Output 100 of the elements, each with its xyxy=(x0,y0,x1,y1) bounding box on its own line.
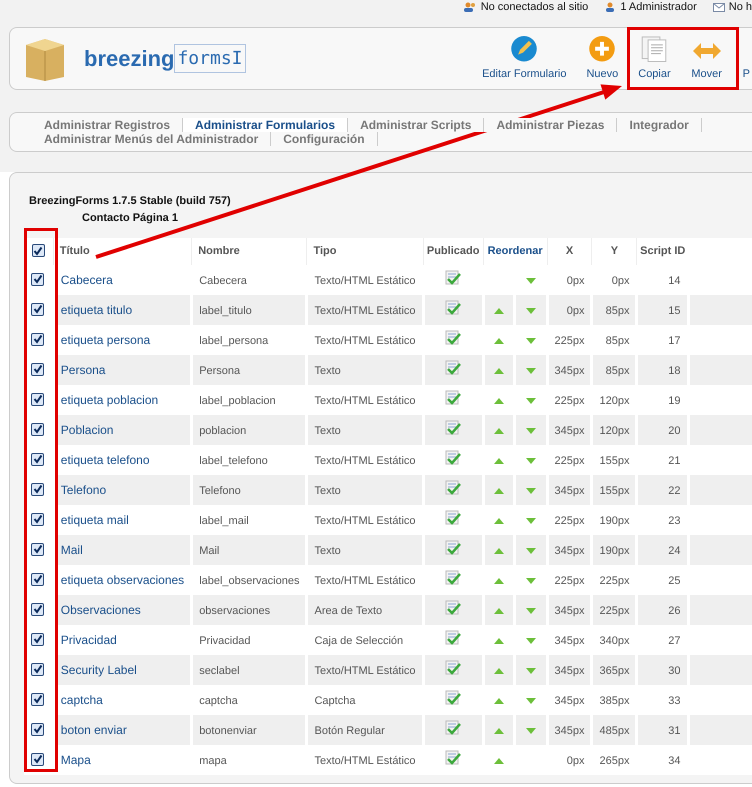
name-text: Privacidad xyxy=(199,634,251,647)
down-arrow-icon[interactable] xyxy=(526,638,536,644)
published-check-icon[interactable] xyxy=(445,420,462,436)
checkbox[interactable] xyxy=(31,632,44,646)
toolbar-button[interactable]: Mover xyxy=(690,34,723,82)
title-link[interactable]: Poblacion xyxy=(60,423,114,437)
name-text: seclabel xyxy=(199,664,240,677)
published-check-icon[interactable] xyxy=(445,330,462,346)
title-link[interactable]: captcha xyxy=(60,693,103,707)
title-link[interactable]: Mail xyxy=(60,543,83,557)
column-header[interactable]: Reordenar xyxy=(488,245,543,258)
down-arrow-icon[interactable] xyxy=(526,698,536,704)
published-check-icon[interactable] xyxy=(445,660,462,676)
published-check-icon[interactable] xyxy=(445,300,462,316)
up-arrow-icon[interactable] xyxy=(494,458,504,464)
down-arrow-icon[interactable] xyxy=(526,308,536,314)
down-arrow-icon[interactable] xyxy=(526,278,536,284)
up-arrow-icon[interactable] xyxy=(494,578,504,584)
down-arrow-icon[interactable] xyxy=(526,428,536,434)
checkbox[interactable] xyxy=(31,482,44,496)
published-check-icon[interactable] xyxy=(445,510,462,526)
published-check-icon[interactable] xyxy=(445,450,462,466)
up-arrow-icon[interactable] xyxy=(494,338,504,344)
checkbox[interactable] xyxy=(31,452,44,466)
down-arrow-icon[interactable] xyxy=(526,368,536,374)
checkbox[interactable] xyxy=(31,512,44,526)
name-text: label_titulo xyxy=(199,304,252,317)
published-check-icon[interactable] xyxy=(445,750,462,766)
up-arrow-icon[interactable] xyxy=(494,548,504,554)
checkbox[interactable] xyxy=(31,692,44,706)
checkbox[interactable] xyxy=(31,662,44,676)
checkbox[interactable] xyxy=(31,272,44,286)
documents-icon xyxy=(639,34,670,62)
title-link[interactable]: Telefono xyxy=(60,483,106,497)
published-check-icon[interactable] xyxy=(445,570,462,586)
up-arrow-icon[interactable] xyxy=(494,758,504,764)
down-arrow-icon[interactable] xyxy=(526,518,536,524)
published-check-icon[interactable] xyxy=(445,720,462,736)
x-text: 345px xyxy=(554,544,584,557)
checkbox[interactable] xyxy=(31,392,44,406)
up-arrow-icon[interactable] xyxy=(494,698,504,704)
down-arrow-icon[interactable] xyxy=(526,578,536,584)
down-arrow-icon[interactable] xyxy=(526,728,536,734)
checkbox[interactable] xyxy=(31,572,44,586)
user-icon xyxy=(604,2,616,12)
y-text: 340px xyxy=(599,634,630,647)
toolbar-button[interactable]: Editar Formulario xyxy=(482,34,566,82)
up-arrow-icon[interactable] xyxy=(494,668,504,674)
title-link[interactable]: Persona xyxy=(60,363,106,377)
up-arrow-icon[interactable] xyxy=(494,368,504,374)
up-arrow-icon[interactable] xyxy=(494,398,504,404)
down-arrow-icon[interactable] xyxy=(526,458,536,464)
column-header: Nombre xyxy=(198,245,240,258)
up-arrow-icon[interactable] xyxy=(494,518,504,524)
up-arrow-icon[interactable] xyxy=(494,308,504,314)
published-check-icon[interactable] xyxy=(445,540,462,556)
down-arrow-icon[interactable] xyxy=(526,668,536,674)
up-arrow-icon[interactable] xyxy=(494,428,504,434)
y-text: 120px xyxy=(599,424,630,437)
published-check-icon[interactable] xyxy=(445,690,462,706)
title-link[interactable]: Cabecera xyxy=(60,273,113,287)
y-text: 155px xyxy=(599,484,630,497)
down-arrow-icon[interactable] xyxy=(526,548,536,554)
type-text: Texto/HTML Estático xyxy=(314,304,416,317)
down-arrow-icon[interactable] xyxy=(526,488,536,494)
published-check-icon[interactable] xyxy=(445,390,462,406)
down-arrow-icon[interactable] xyxy=(526,398,536,404)
script-id-text: 23 xyxy=(668,514,681,527)
checkbox[interactable] xyxy=(31,422,44,436)
checkbox[interactable] xyxy=(31,752,44,766)
published-check-icon[interactable] xyxy=(445,270,462,286)
y-text: 225px xyxy=(599,574,630,587)
up-arrow-icon[interactable] xyxy=(494,488,504,494)
checkbox[interactable] xyxy=(31,542,44,556)
checkbox[interactable] xyxy=(32,244,45,257)
script-id-text: 27 xyxy=(668,634,681,647)
toolbar-button[interactable]: Nuevo xyxy=(586,34,618,82)
published-check-icon[interactable] xyxy=(445,360,462,376)
tab[interactable]: Administrar Formularios xyxy=(183,118,348,132)
column-header: X xyxy=(566,245,574,258)
toolbar-button[interactable]: Copiar xyxy=(638,34,671,82)
checkbox[interactable] xyxy=(31,722,44,736)
checkbox[interactable] xyxy=(31,332,44,346)
published-check-icon[interactable] xyxy=(445,480,462,496)
up-arrow-icon[interactable] xyxy=(494,638,504,644)
tab[interactable]: Administrar Piezas xyxy=(484,118,618,132)
published-check-icon[interactable] xyxy=(445,630,462,646)
status-text: No h xyxy=(728,2,752,12)
title-link[interactable]: Mapa xyxy=(60,753,91,767)
checkbox[interactable] xyxy=(31,602,44,616)
script-id-text: 19 xyxy=(668,394,681,407)
down-arrow-icon[interactable] xyxy=(526,338,536,344)
down-arrow-icon[interactable] xyxy=(526,608,536,614)
checkbox[interactable] xyxy=(31,302,44,316)
up-arrow-icon[interactable] xyxy=(494,728,504,734)
checkbox[interactable] xyxy=(31,362,44,376)
title-link[interactable]: Privacidad xyxy=(60,633,117,647)
published-check-icon[interactable] xyxy=(445,600,462,616)
up-arrow-icon[interactable] xyxy=(494,608,504,614)
toolbar-button[interactable]: P xyxy=(742,34,750,82)
